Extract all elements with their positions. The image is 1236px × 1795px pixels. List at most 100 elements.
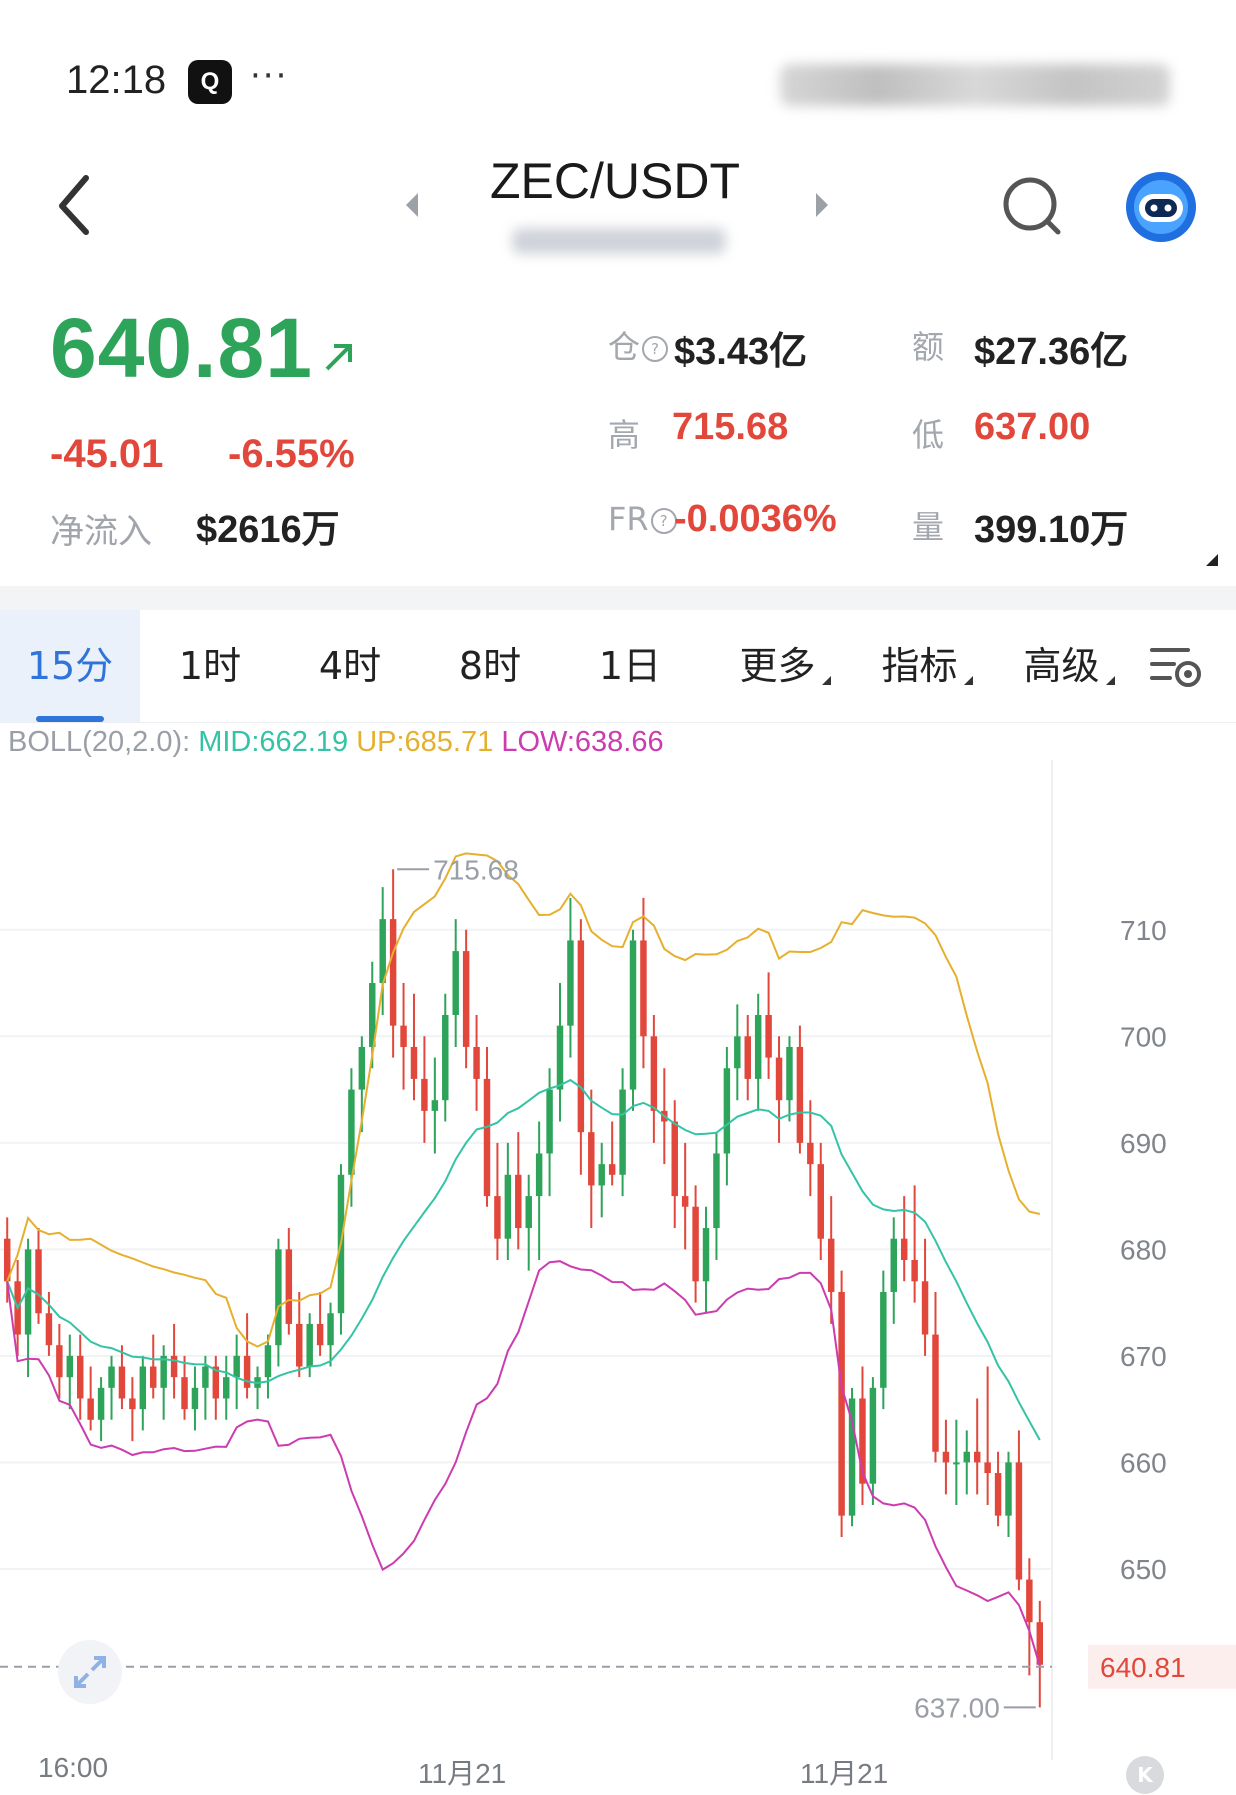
assistant-button[interactable] xyxy=(1124,170,1198,244)
candle-body xyxy=(942,1451,950,1463)
tab-1h[interactable]: 1时 xyxy=(140,610,280,722)
back-button[interactable] xyxy=(52,170,102,240)
x-tick-label: 11月21 xyxy=(800,1758,889,1789)
candle-body xyxy=(796,1046,804,1143)
candle-body xyxy=(306,1323,313,1367)
candle-body xyxy=(421,1078,428,1111)
tab-advanced[interactable]: 高级 xyxy=(994,610,1144,722)
candle-body xyxy=(264,1345,272,1378)
y-tick-label: 690 xyxy=(1120,1128,1167,1159)
status-time: 12:18 xyxy=(66,58,167,102)
search-button[interactable] xyxy=(1000,174,1064,238)
candle-body xyxy=(358,1046,366,1090)
candle-body xyxy=(473,1046,480,1079)
status-more-icon: ··· xyxy=(250,56,289,96)
dropdown-caret-icon xyxy=(821,676,831,685)
price-change-percent: -6.55% xyxy=(228,432,355,476)
tab-1d[interactable]: 1日 xyxy=(560,610,700,722)
candle-body xyxy=(598,1164,605,1186)
candle-body xyxy=(327,1313,334,1346)
candle-body xyxy=(692,1206,699,1282)
candle-body xyxy=(118,1366,126,1399)
tab-label: 4时 xyxy=(318,644,382,688)
candle-body xyxy=(285,1249,293,1324)
candle-body xyxy=(994,1473,1002,1516)
candle-body xyxy=(296,1323,303,1367)
candle-body xyxy=(723,1068,731,1154)
tab-15m[interactable]: 15分 xyxy=(0,610,140,722)
candle-body xyxy=(775,1057,783,1101)
candle-body xyxy=(223,1377,230,1399)
candle-body xyxy=(650,1036,658,1111)
candle-body xyxy=(838,1291,845,1516)
x-tick-label: 11月21 xyxy=(418,1758,507,1789)
candle-body xyxy=(160,1355,167,1388)
candle-body xyxy=(608,1164,616,1175)
expand-chart-button[interactable] xyxy=(58,1640,122,1704)
help-icon[interactable]: ? xyxy=(650,508,677,534)
candle-body xyxy=(535,1153,543,1197)
funding-rate-stat[interactable]: FR? xyxy=(608,500,677,538)
candle-body xyxy=(191,1387,199,1410)
candle-body xyxy=(973,1451,981,1463)
y-tick-label: 700 xyxy=(1120,1021,1167,1052)
funding-rate-value: -0.0036% xyxy=(674,498,837,540)
candlestick-chart[interactable]: 710 700 690 680 670 660 650 715.68 637.00 640.81 xyxy=(0,760,1236,1760)
candle-body xyxy=(827,1238,835,1292)
candle-body xyxy=(243,1355,251,1388)
candle-body xyxy=(880,1291,887,1388)
candle-body xyxy=(681,1196,689,1207)
tab-8h[interactable]: 8时 xyxy=(420,610,560,722)
candle-body xyxy=(765,1015,772,1058)
candle-body xyxy=(1026,1579,1033,1623)
candle-body xyxy=(400,1025,407,1047)
app-icon: Q xyxy=(188,60,232,104)
tab-indicators[interactable]: 指标 xyxy=(852,610,1002,722)
expand-stats-icon[interactable] xyxy=(1206,554,1218,566)
high-label: 高 xyxy=(608,416,641,454)
candle-body xyxy=(807,1142,814,1165)
candle-body xyxy=(577,940,585,1133)
chart-settings-button[interactable] xyxy=(1148,642,1204,692)
candle-body xyxy=(963,1451,971,1463)
candle-body xyxy=(35,1249,42,1314)
tab-4h[interactable]: 4时 xyxy=(280,610,420,722)
net-inflow-value: $2616万 xyxy=(196,509,340,551)
low-value: 637.00 xyxy=(974,406,1091,448)
pair-title[interactable]: ZEC/USDT xyxy=(480,152,750,210)
x-axis: 16:00 11月21 11月21 xyxy=(0,1752,1236,1795)
candle-body xyxy=(504,1174,512,1239)
net-inflow-label: 净流入 xyxy=(50,512,152,552)
boll-up: UP:685.71 xyxy=(356,726,494,758)
candle-body xyxy=(588,1132,595,1186)
prev-pair-button[interactable] xyxy=(404,192,420,222)
max-price-label: 715.68 xyxy=(433,854,519,885)
candle-body xyxy=(97,1387,105,1420)
candle-body xyxy=(56,1345,63,1378)
section-divider xyxy=(0,586,1236,610)
last-price-tag: 640.81 xyxy=(1100,1652,1186,1683)
candle-body xyxy=(389,919,397,1026)
candle-body xyxy=(640,940,647,1037)
candle-body xyxy=(45,1313,53,1346)
candle-body xyxy=(786,1046,793,1101)
candle-body xyxy=(734,1036,741,1069)
tab-more[interactable]: 更多 xyxy=(710,610,860,722)
open-interest-stat[interactable]: 仓? xyxy=(608,322,669,368)
candle-body xyxy=(921,1281,929,1335)
boll-name: BOLL(20,2.0): xyxy=(8,726,191,758)
next-pair-button[interactable] xyxy=(814,192,830,222)
y-tick-label: 650 xyxy=(1120,1554,1167,1585)
candle-body xyxy=(483,1078,491,1197)
candle-body xyxy=(233,1355,240,1378)
candle-body xyxy=(869,1387,877,1484)
boll-mid: MID:662.19 xyxy=(198,726,349,758)
tab-label: 15分 xyxy=(26,644,114,688)
y-tick-label: 680 xyxy=(1120,1234,1167,1265)
candle-body xyxy=(442,1015,449,1101)
candle-body xyxy=(953,1462,960,1465)
help-icon[interactable]: ? xyxy=(642,336,669,362)
candle-body xyxy=(202,1366,209,1388)
candle-body xyxy=(556,1025,564,1090)
caret-right-icon xyxy=(816,193,828,217)
